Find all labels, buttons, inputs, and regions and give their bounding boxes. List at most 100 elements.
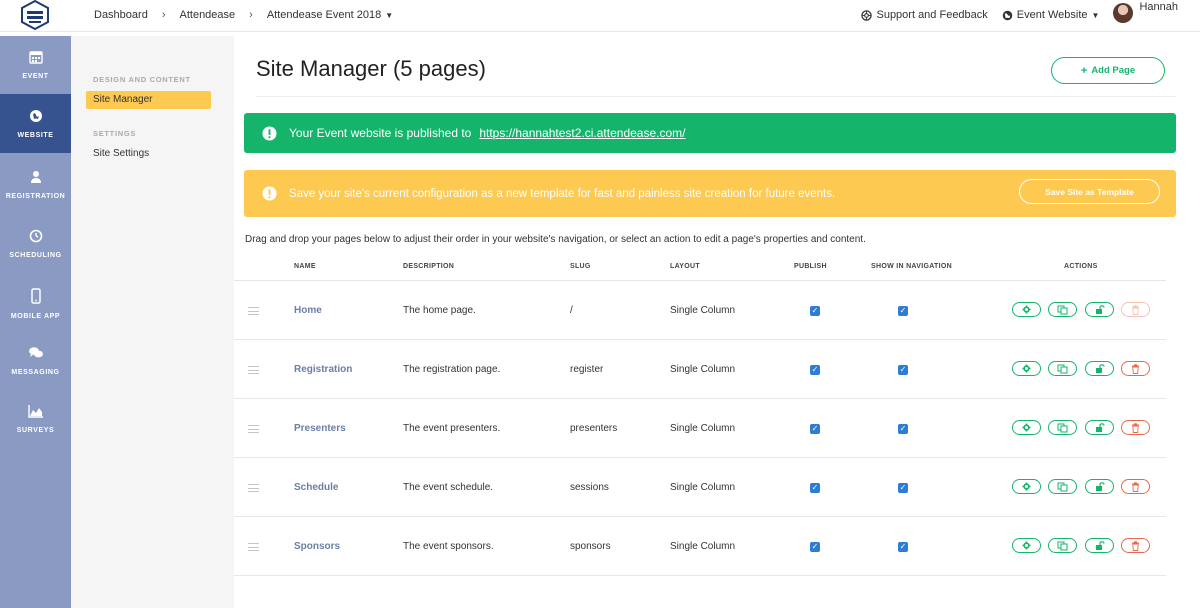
nav-item-messaging[interactable]: MESSAGING <box>0 346 71 376</box>
publish-checkbox[interactable]: ✓ <box>810 399 820 458</box>
publish-checkbox[interactable]: ✓ <box>810 517 820 576</box>
permissions-button[interactable] <box>1085 420 1114 435</box>
chevron-right-icon: › <box>161 9 166 21</box>
user-menu[interactable]: Hannah <box>1113 1 1178 23</box>
page-name-link[interactable]: Home <box>294 281 322 340</box>
publish-checkbox[interactable]: ✓ <box>810 281 820 340</box>
nav-item-surveys[interactable]: SURVEYS <box>0 404 71 434</box>
published-url-link[interactable]: https://hannahtest2.ci.attendease.com/ <box>479 126 685 140</box>
gear-icon <box>1022 541 1031 550</box>
column-header-actions: ACTIONS <box>1064 263 1098 270</box>
page-slug: / <box>570 305 573 316</box>
nav-label: REGISTRATION <box>5 193 66 200</box>
duplicate-button[interactable] <box>1048 302 1077 317</box>
gear-icon <box>1022 482 1031 491</box>
show-in-navigation-checkbox[interactable]: ✓ <box>898 281 908 340</box>
unlock-icon <box>1095 423 1105 432</box>
trash-icon <box>1132 363 1139 374</box>
save-site-as-template-button[interactable]: Save Site as Template <box>1019 179 1160 204</box>
table-row[interactable]: Presenters The event presenters. presenter… <box>234 399 1166 458</box>
avatar <box>1113 3 1134 23</box>
nav-item-event[interactable]: EVENT <box>0 50 71 80</box>
copy-icon <box>1057 423 1068 432</box>
support-link[interactable]: Support and Feedback <box>861 9 988 21</box>
event-website-dropdown[interactable]: Event Website ▼ <box>1002 9 1099 21</box>
settings-button[interactable] <box>1012 302 1041 317</box>
unlock-icon <box>1095 541 1105 550</box>
trash-icon <box>1132 481 1139 492</box>
page-layout: Single Column <box>670 541 736 552</box>
sidebar-item-site-manager[interactable]: Site Manager <box>86 91 211 109</box>
header-right: Support and Feedback Event Website ▼ Han… <box>861 0 1200 30</box>
show-in-navigation-checkbox[interactable]: ✓ <box>898 399 908 458</box>
delete-button[interactable] <box>1121 302 1150 317</box>
nav-item-scheduling[interactable]: SCHEDULING <box>0 229 71 259</box>
settings-button[interactable] <box>1012 420 1041 435</box>
table-row[interactable]: Home The home page. / Single Column ✓ ✓ <box>234 281 1166 340</box>
delete-button[interactable] <box>1121 420 1150 435</box>
settings-button[interactable] <box>1012 538 1041 553</box>
nav-item-mobile-app[interactable]: MOBILE APP <box>0 288 71 320</box>
trash-icon <box>1132 304 1139 315</box>
show-in-navigation-checkbox[interactable]: ✓ <box>898 458 908 517</box>
exclamation-circle-icon <box>262 125 277 141</box>
copy-icon <box>1057 364 1068 373</box>
duplicate-button[interactable] <box>1048 420 1077 435</box>
table-row[interactable]: Registration The registration page. regist… <box>234 340 1166 399</box>
table-row[interactable]: Sponsors The event sponsors. sponsors Singl… <box>234 517 1166 576</box>
nav-label: WEBSITE <box>17 132 54 139</box>
delete-button[interactable] <box>1121 361 1150 376</box>
show-in-navigation-checkbox[interactable]: ✓ <box>898 340 908 399</box>
published-text: Your Event website is published to <box>289 126 472 140</box>
drag-handle-icon[interactable] <box>248 517 259 576</box>
page-slug: sponsors <box>570 541 611 552</box>
sidebar-item-site-settings[interactable]: Site Settings <box>86 145 211 163</box>
add-page-button[interactable]: + Add Page <box>1051 57 1165 84</box>
breadcrumb-event[interactable]: Attendease Event 2018 ▼ <box>267 9 393 21</box>
nav-item-registration[interactable]: REGISTRATION <box>0 170 71 200</box>
caret-down-icon: ▼ <box>385 11 394 20</box>
page-name-link[interactable]: Presenters <box>294 399 346 458</box>
unlock-icon <box>1095 482 1105 491</box>
site-sidebar: DESIGN AND CONTENT Site Manager SETTINGS… <box>71 36 234 608</box>
permissions-button[interactable] <box>1085 302 1114 317</box>
breadcrumb-dashboard[interactable]: Dashboard <box>94 9 148 21</box>
gear-icon <box>1022 364 1031 373</box>
drag-handle-icon[interactable] <box>248 340 259 399</box>
drag-handle-icon[interactable] <box>248 281 259 340</box>
sidebar-heading-design: DESIGN AND CONTENT <box>93 75 191 84</box>
show-in-navigation-checkbox[interactable]: ✓ <box>898 517 908 576</box>
drag-handle-icon[interactable] <box>248 399 259 458</box>
template-text: Save your site's current configuration a… <box>289 187 836 200</box>
settings-button[interactable] <box>1012 361 1041 376</box>
page-description: The home page. <box>403 305 476 316</box>
duplicate-button[interactable] <box>1048 538 1077 553</box>
breadcrumb-attendease[interactable]: Attendease <box>180 9 236 21</box>
trash-icon <box>1132 540 1139 551</box>
area-chart-icon <box>27 405 43 418</box>
duplicate-button[interactable] <box>1048 361 1077 376</box>
person-icon <box>30 171 41 183</box>
publish-checkbox[interactable]: ✓ <box>810 458 820 517</box>
settings-button[interactable] <box>1012 479 1041 494</box>
nav-label: EVENT <box>22 73 49 80</box>
permissions-button[interactable] <box>1085 479 1114 494</box>
publish-checkbox[interactable]: ✓ <box>810 340 820 399</box>
chevron-right-icon: › <box>249 9 253 21</box>
table-row[interactable]: Schedule The event schedule. sessions Singl… <box>234 458 1166 517</box>
permissions-button[interactable] <box>1085 361 1114 376</box>
page-name-link[interactable]: Registration <box>294 340 352 399</box>
duplicate-button[interactable] <box>1048 479 1077 494</box>
delete-button[interactable] <box>1121 479 1150 494</box>
permissions-button[interactable] <box>1085 538 1114 553</box>
delete-button[interactable] <box>1121 538 1150 553</box>
page-name-link[interactable]: Schedule <box>294 458 338 517</box>
attendease-logo-icon[interactable] <box>18 0 52 32</box>
copy-icon <box>1057 482 1068 491</box>
globe-icon <box>29 110 42 122</box>
page-name-link[interactable]: Sponsors <box>294 517 340 576</box>
nav-item-website[interactable]: WEBSITE <box>0 94 71 153</box>
page-layout: Single Column <box>670 482 736 493</box>
breadcrumb-event-label: Attendease Event 2018 <box>266 9 382 21</box>
drag-handle-icon[interactable] <box>248 458 259 517</box>
